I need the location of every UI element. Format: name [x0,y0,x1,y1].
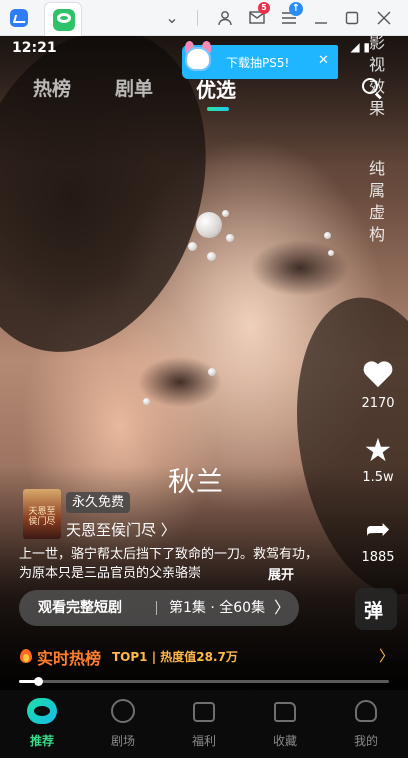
watch-divider [156,601,157,615]
close-icon[interactable] [372,6,396,30]
expand-button[interactable]: 展开 [268,564,294,583]
video-progress-handle[interactable] [33,677,43,686]
pearl-ornament [328,250,334,256]
promo-toast-text: 下载抽PS5! [226,56,290,70]
pearl-ornament [324,232,331,239]
pearl-ornament [208,368,216,376]
danmu-icon: 弹 [364,600,384,622]
nav-label: 福利 [191,734,216,748]
promo-toast[interactable]: 下载抽PS5! ✕ [182,41,338,79]
maximize-icon[interactable] [340,6,364,30]
chevron-down-icon[interactable]: ⌄ [160,6,184,30]
watermark-fiction: 纯属虚构 [368,159,385,244]
series-link[interactable]: 天恩至侯门尽 〉 [66,519,176,540]
mascot-icon [182,39,214,75]
tab-app-icon [53,9,75,31]
status-time: 12:21 [12,40,57,56]
danmu-toggle-button[interactable]: 弹 [355,588,397,630]
chevron-right-icon: 〉 [274,598,291,617]
drama-poster[interactable]: 天恩至侯门尽 [23,489,61,539]
like-count: 2170 [361,396,395,411]
free-badge: 永久免费 [66,492,131,513]
nav-favorites[interactable]: 收藏 [253,696,317,749]
pearl-ornament [207,252,216,261]
pearl-ornament [188,242,197,251]
profile-icon [351,696,381,726]
folder-icon [270,696,300,726]
watch-label: 观看完整短剧 [38,600,122,616]
nav-theater[interactable]: 剧场 [91,696,155,749]
minimize-icon[interactable] [309,6,333,30]
favorite-button[interactable]: ★ 1.5w [356,434,400,485]
heart-icon [363,362,393,390]
watermark-effects: 影视效果 [368,36,385,118]
video-feed-screen[interactable]: 12:21 ◢ ▮ 热榜 剧单 优选 影视效果 纯属虚构 下载抽PS5! ✕ 2… [0,36,408,758]
like-button[interactable]: 2170 [356,362,400,411]
favorite-count: 1.5w [362,470,394,485]
update-badge[interactable]: ↑ [289,2,303,16]
tab-hot-list[interactable]: 热榜 [33,74,71,101]
share-count: 1885 [361,550,395,565]
video-progress-bar[interactable] [19,677,389,686]
home-icon [27,696,57,726]
pearl-ornament [226,234,234,242]
fire-icon [19,647,33,663]
nav-benefits[interactable]: 福利 [172,696,236,749]
hot-ranking-bar[interactable]: 实时热榜 TOP1 | 热度值28.7万 〉 [19,645,395,668]
star-icon: ★ [363,431,393,469]
nav-label: 我的 [353,734,378,748]
chevron-right-icon: 〉 [379,647,395,665]
active-tab-indicator [207,107,229,111]
app-tab[interactable] [44,2,82,36]
bottom-navigation: 推荐 剧场 福利 收藏 我的 [0,690,408,758]
window-titlebar: ⌄ 5 ↑ [0,0,408,36]
film-reel-icon [108,696,138,726]
pearl-ornament [196,212,222,238]
pearl-ornament [143,398,150,405]
poster-title: 天恩至侯门尽 [28,507,56,527]
hot-ranking-title: 实时热榜 [37,649,102,668]
nav-label: 剧场 [110,734,135,748]
nav-label: 收藏 [272,734,297,748]
episode-info: 第1集 · 全60集 [169,600,266,616]
share-icon: ➦ [365,512,391,547]
close-icon[interactable]: ✕ [318,53,329,68]
share-button[interactable]: ➦ 1885 [356,512,400,566]
tab-playlist[interactable]: 剧单 [115,74,153,101]
user-icon[interactable] [213,6,237,30]
nav-profile[interactable]: 我的 [334,696,398,749]
nav-label: 推荐 [29,734,54,748]
watch-full-drama-button[interactable]: 观看完整短剧 第1集 · 全60集 〉 [19,590,299,626]
gift-icon [189,696,219,726]
notification-badge: 5 [258,2,270,14]
nav-recommend[interactable]: 推荐 [10,696,74,749]
character-name: 秋兰 [168,467,224,498]
hot-ranking-value: TOP1 | 热度值28.7万 [112,650,238,664]
pearl-ornament [222,210,229,217]
app-logo-icon[interactable] [10,9,28,27]
titlebar-divider [197,10,198,26]
